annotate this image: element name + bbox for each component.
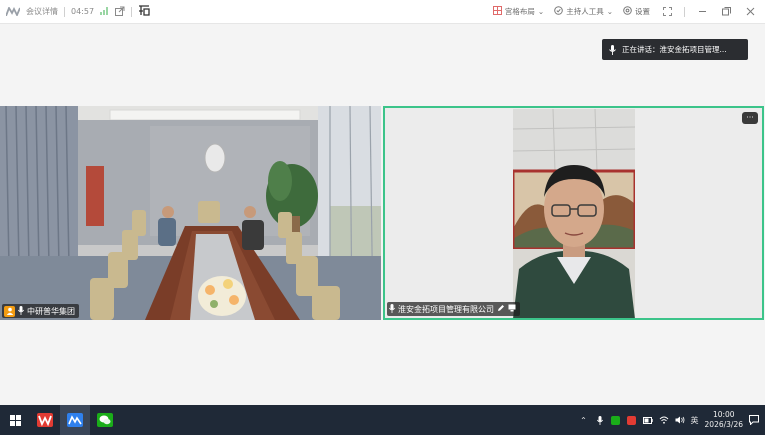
chevron-down-icon: ⌄ xyxy=(606,7,613,16)
toolbar-left: 会议详情 04:57 xyxy=(0,0,150,23)
edit-icon[interactable] xyxy=(497,304,505,314)
host-tools-label: 主持人工具 xyxy=(566,7,604,16)
video-tile-host[interactable]: 中研普华集团 xyxy=(0,106,381,320)
fullscreen-icon[interactable] xyxy=(660,5,674,19)
more-options-button[interactable]: ··· xyxy=(742,112,758,124)
signal-icon xyxy=(100,6,109,17)
windows-taskbar: ⌃ 英 10:00 2026/3/26 xyxy=(0,405,765,435)
close-icon[interactable] xyxy=(743,5,757,19)
participant-name: 淮安金拓项目管理有限公司 xyxy=(398,304,494,314)
layout-button[interactable]: 宫格布局 ⌄ xyxy=(492,6,545,17)
settings-button[interactable]: 设置 xyxy=(623,6,650,17)
battery-icon[interactable] xyxy=(642,415,653,425)
microphone-icon xyxy=(608,44,616,55)
layout-icon xyxy=(492,6,502,17)
clock-date: 2026/3/26 xyxy=(704,420,743,429)
notification-icon[interactable] xyxy=(749,415,759,425)
minimize-icon[interactable] xyxy=(695,5,709,19)
meeting-logo-icon xyxy=(6,7,20,17)
toolbar-divider xyxy=(131,6,133,17)
clock-time: 10:00 xyxy=(712,410,735,419)
gear-icon xyxy=(623,6,632,17)
conference-room-video xyxy=(0,106,381,320)
wechat-icon[interactable] xyxy=(90,405,120,435)
shield-icon xyxy=(554,6,564,17)
screen-icon xyxy=(508,304,516,314)
meeting-app-icon[interactable] xyxy=(60,405,90,435)
restore-icon[interactable] xyxy=(719,5,733,19)
active-speaker-text: 正在讲话：淮安金拓项目管理... xyxy=(622,45,727,54)
toolbar-divider xyxy=(64,6,65,17)
participant-name: 中研普华集团 xyxy=(27,306,75,316)
wps-icon[interactable] xyxy=(30,405,60,435)
host-tools-button[interactable]: 主持人工具 ⌄ xyxy=(554,6,613,17)
wechat-tray-icon[interactable] xyxy=(611,415,621,425)
wps-tray-icon[interactable] xyxy=(627,415,637,425)
system-tray: ⌃ 英 10:00 2026/3/26 xyxy=(579,405,765,435)
meeting-timer: 04:57 xyxy=(71,7,95,16)
chevron-up-icon[interactable]: ⌃ xyxy=(579,415,589,425)
layout-label: 宫格布局 xyxy=(504,7,535,16)
speaker-video xyxy=(513,109,635,318)
host-icon xyxy=(4,305,15,317)
meeting-window: 会议详情 04:57 宫格布局 ⌄ 主持人工具 ⌄ 设置 正在讲话：淮安金拓项目… xyxy=(0,0,765,435)
system-clock[interactable]: 10:00 2026/3/26 xyxy=(705,410,743,430)
microphone-icon[interactable] xyxy=(595,415,605,425)
microphone-icon xyxy=(17,305,25,317)
share-icon[interactable] xyxy=(115,6,125,18)
input-method-indicator[interactable]: 英 xyxy=(691,415,699,426)
settings-label: 设置 xyxy=(635,7,650,16)
volume-icon[interactable] xyxy=(675,415,685,425)
video-tile-active-speaker[interactable]: ··· 淮安金拓项目管理有限公司 xyxy=(383,106,764,320)
windows-start-icon[interactable] xyxy=(0,405,30,435)
chevron-down-icon: ⌄ xyxy=(537,7,545,16)
toolbar-right: 宫格布局 ⌄ 主持人工具 ⌄ 设置 xyxy=(492,0,765,23)
speaker-video-frame xyxy=(513,109,635,318)
participant-label: 中研普华集团 xyxy=(2,304,79,318)
toolbar-divider xyxy=(684,6,685,17)
meeting-toolbar: 会议详情 04:57 宫格布局 ⌄ 主持人工具 ⌄ 设置 xyxy=(0,0,765,24)
meeting-details-link[interactable]: 会议详情 xyxy=(26,6,58,17)
participant-label: 淮安金拓项目管理有限公司 xyxy=(387,302,520,316)
wifi-icon[interactable] xyxy=(659,415,669,425)
microphone-icon xyxy=(388,303,396,315)
active-speaker-banner: 正在讲话：淮安金拓项目管理... xyxy=(602,39,748,60)
translate-icon[interactable] xyxy=(138,5,150,18)
